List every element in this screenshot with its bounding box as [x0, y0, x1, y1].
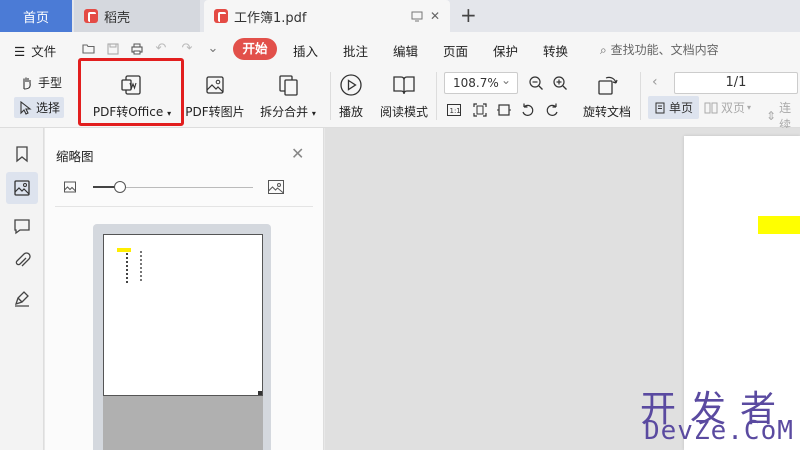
title-tab-bar: 首页 稻壳 工作簿1.pdf ✕ +	[0, 0, 800, 32]
tab-home-label: 首页	[22, 10, 49, 26]
ribbon-tab-start[interactable]: 开始	[233, 38, 277, 60]
zoom-in-icon[interactable]	[552, 75, 568, 91]
page-thumbnail[interactable]	[103, 234, 263, 396]
tab-daoke[interactable]: 稻壳	[74, 0, 200, 32]
panel-divider	[55, 206, 313, 207]
search-icon: ⌕	[600, 43, 607, 57]
fit-page-icon[interactable]	[472, 102, 488, 118]
quick-access-dropdown-icon[interactable]: ⌄	[206, 42, 220, 56]
toolbar-separator	[640, 72, 641, 120]
save-icon[interactable]	[106, 42, 120, 56]
thumbnail-icon[interactable]	[12, 178, 32, 198]
rotate-left-icon[interactable]	[520, 102, 536, 118]
cursor-arrow-icon	[20, 100, 32, 115]
zoom-level-select[interactable]: 108.7%	[444, 70, 518, 94]
play-button[interactable]: 播放	[334, 66, 368, 120]
split-merge-text: 拆分合并	[260, 105, 309, 119]
continuous-scroll-icon: ⇕	[766, 109, 777, 123]
play-icon	[340, 74, 362, 96]
split-merge-label: 拆分合并 ▾	[260, 103, 316, 120]
tab-home[interactable]: 首页	[0, 0, 72, 32]
pin-window-icon[interactable]	[410, 9, 424, 23]
thumbnail-text-column	[140, 251, 143, 281]
thumbnail-scroll-area	[103, 396, 263, 450]
daoke-logo-icon	[84, 9, 98, 23]
pdf-to-image-button[interactable]: PDF转图片	[184, 66, 246, 120]
tab-document[interactable]: 工作簿1.pdf ✕	[204, 0, 450, 32]
file-menu-label: 文件	[31, 44, 57, 59]
double-page-button[interactable]: 双页 ▾	[704, 99, 751, 116]
small-thumbnail-icon[interactable]	[63, 180, 77, 194]
thumbnail-panel: 缩略图 ✕	[45, 128, 324, 450]
close-panel-icon[interactable]: ✕	[291, 144, 304, 163]
rotate-document-button[interactable]: 旋转文档	[578, 66, 636, 120]
single-page-label: 单页	[669, 101, 694, 115]
ribbon-tab-page[interactable]: 页面	[443, 41, 468, 60]
read-mode-button[interactable]: 阅读模式	[376, 66, 432, 120]
play-label: 播放	[338, 105, 363, 119]
pdf-to-image-icon	[206, 76, 224, 94]
signature-pen-icon[interactable]	[12, 288, 32, 308]
pdf-to-image-label: PDF转图片	[185, 105, 245, 119]
page-number-input[interactable]: 1/1	[674, 72, 798, 94]
hand-icon	[23, 77, 31, 90]
read-mode-label: 阅读模式	[379, 105, 428, 119]
hand-tool-button[interactable]: 手型	[20, 74, 62, 91]
hamburger-icon: ☰	[14, 44, 26, 59]
toolbar-separator	[330, 72, 331, 120]
dropdown-caret-icon: ▾	[747, 103, 752, 112]
print-icon[interactable]	[130, 42, 144, 56]
undo-icon[interactable]: ↶	[154, 42, 168, 56]
split-merge-button[interactable]: 拆分合并 ▾	[256, 66, 320, 120]
page-corner-marker	[258, 391, 262, 395]
double-page-label: 双页	[721, 101, 746, 115]
dropdown-caret-icon: ▾	[311, 109, 316, 118]
ribbon-tab-insert[interactable]: 插入	[293, 41, 318, 60]
open-book-icon	[393, 76, 415, 95]
watermark-english: DevZe.CoM	[644, 416, 794, 446]
zoom-out-icon[interactable]	[528, 75, 544, 91]
thumbnail-panel-title: 缩略图	[56, 149, 94, 164]
feature-search[interactable]: ⌕ 查找功能、文档内容	[600, 41, 719, 58]
svg-text:1:1: 1:1	[450, 107, 461, 115]
large-thumbnail-icon[interactable]	[267, 178, 285, 196]
open-folder-icon[interactable]	[82, 42, 96, 56]
add-tab-icon[interactable]: +	[460, 3, 477, 27]
single-page-icon	[655, 102, 665, 113]
ribbon-tab-convert[interactable]: 转换	[543, 41, 568, 60]
thumbnail-size-slider-handle[interactable]	[114, 181, 127, 193]
tab-daoke-label: 稻壳	[104, 10, 131, 26]
previous-page-icon[interactable]: ‹	[652, 74, 658, 90]
rotate-document-icon	[598, 76, 618, 95]
thumbnail-text-column	[126, 253, 129, 283]
single-page-button[interactable]: 单页	[648, 96, 700, 119]
rotate-right-icon[interactable]	[544, 102, 560, 118]
ribbon-tab-protect[interactable]: 保护	[493, 41, 518, 60]
actual-size-icon[interactable]: 1:1	[446, 102, 462, 118]
close-tab-icon[interactable]: ✕	[428, 9, 442, 23]
toolbar-separator	[436, 72, 437, 120]
select-tool-label: 选择	[36, 101, 61, 115]
pdf-file-icon	[214, 9, 228, 23]
file-menu[interactable]: ☰ 文件	[14, 41, 56, 60]
split-merge-icon	[279, 75, 298, 96]
tab-document-label: 工作簿1.pdf	[234, 10, 307, 26]
comment-icon[interactable]	[12, 216, 32, 236]
rotate-document-label: 旋转文档	[582, 105, 631, 119]
search-placeholder: 查找功能、文档内容	[610, 43, 719, 57]
fit-width-icon[interactable]	[496, 102, 512, 118]
thumbnail-highlight-mark	[117, 248, 131, 252]
highlighted-cell	[758, 216, 800, 234]
redo-icon[interactable]: ↷	[180, 42, 194, 56]
callout-highlight-frame	[78, 58, 184, 126]
select-tool-button[interactable]: 选择	[14, 97, 65, 118]
bookmark-icon[interactable]	[12, 144, 32, 164]
hand-tool-label: 手型	[38, 76, 63, 90]
ribbon-tab-annotate[interactable]: 批注	[343, 41, 368, 60]
attachment-icon[interactable]	[12, 252, 32, 272]
left-nav-sidebar	[0, 128, 44, 450]
ribbon-tab-edit[interactable]: 编辑	[393, 41, 418, 60]
double-page-icon	[704, 102, 718, 113]
